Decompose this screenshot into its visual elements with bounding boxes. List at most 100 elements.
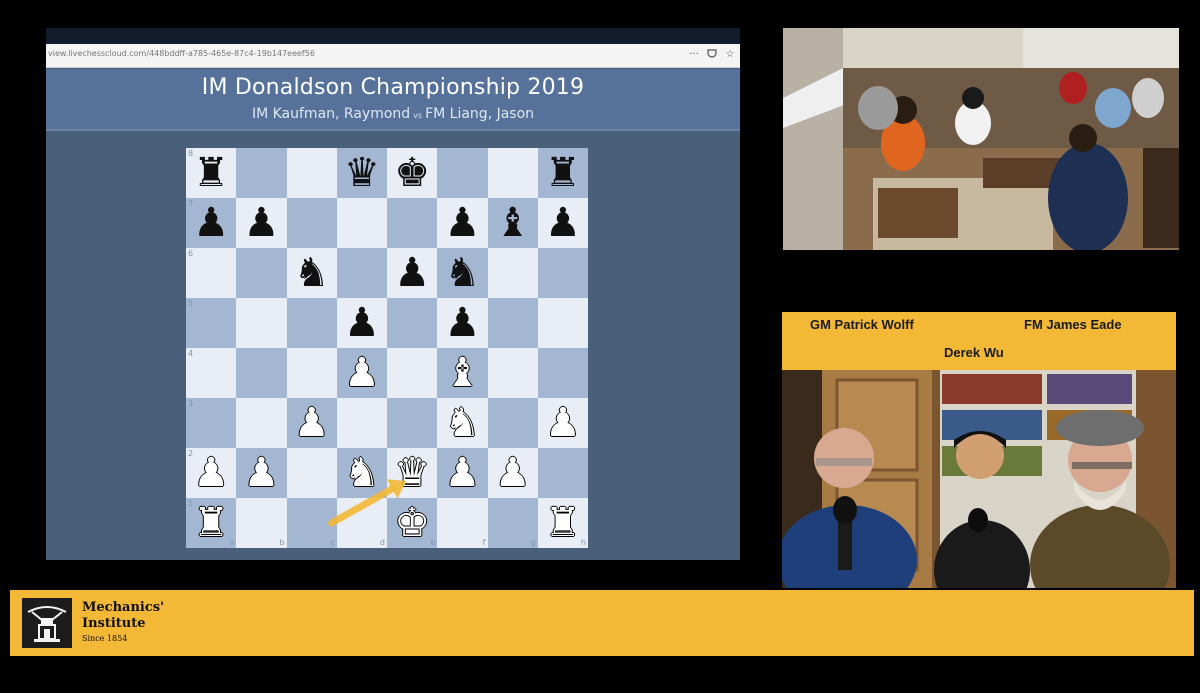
board-square-g6[interactable]: [487, 248, 538, 298]
pocket-icon[interactable]: [706, 48, 718, 63]
address-bar[interactable]: view.livechesscloud.com/448bddff-a785-46…: [46, 44, 740, 68]
white-knight-icon[interactable]: ♞: [437, 398, 487, 448]
board-square-d6[interactable]: [336, 248, 387, 298]
white-bishop-icon[interactable]: ♝: [437, 348, 487, 398]
file-label: b: [279, 538, 285, 547]
board-square-a3[interactable]: 3: [186, 398, 237, 448]
event-header: IM Donaldson Championship 2019 IM Kaufma…: [46, 69, 740, 131]
sponsor-banner: Mechanics' Institute Since 1854: [10, 590, 1194, 656]
board-square-e7[interactable]: [387, 198, 438, 248]
board-square-f8[interactable]: [437, 148, 488, 198]
commentator-center-name: Derek Wu: [944, 345, 1004, 360]
board-square-a4[interactable]: 4: [186, 348, 237, 398]
black-knight-icon[interactable]: ♞: [287, 248, 337, 298]
white-pawn-icon[interactable]: ♟: [186, 448, 236, 498]
org-name: Mechanics' Institute: [82, 600, 165, 631]
board-square-c4[interactable]: [286, 348, 337, 398]
black-player-name: FM Liang, Jason: [425, 106, 535, 122]
board-square-e4[interactable]: [387, 348, 438, 398]
board-square-d7[interactable]: [336, 198, 387, 248]
mechanics-institute-logo-icon: [22, 598, 72, 648]
white-pawn-icon[interactable]: ♟: [337, 348, 387, 398]
black-pawn-icon[interactable]: ♟: [437, 298, 487, 348]
rank-label: 6: [188, 249, 194, 258]
board-square-h5[interactable]: [537, 298, 588, 348]
board-square-b3[interactable]: [236, 398, 287, 448]
board-square-c7[interactable]: [286, 198, 337, 248]
white-queen-icon[interactable]: ♛: [387, 448, 437, 498]
chess-board[interactable]: 8 7 6 5 4 3 2 1 a b c d e f g h ♜ ♛ ♚ ♜ ♟ ♟ ♟ ♝ ♟ ♞ ♟ ♞ ♟ ♟ ♟ ♝ ♟ ♞ ♟ ♟ ♟ ♞ ♛ ♟…: [186, 148, 588, 548]
white-pawn-icon[interactable]: ♟: [437, 448, 487, 498]
commentators-camera: [782, 370, 1176, 588]
commentator-left-name: GM Patrick Wolff: [810, 317, 914, 332]
file-label: d: [379, 538, 385, 547]
black-knight-icon[interactable]: ♞: [437, 248, 487, 298]
players-line: IM Kaufman, Raymond vs FM Liang, Jason: [46, 106, 740, 122]
white-knight-icon[interactable]: ♞: [337, 448, 387, 498]
board-square-g8[interactable]: [487, 148, 538, 198]
black-rook-icon[interactable]: ♜: [186, 148, 236, 198]
board-square-c5[interactable]: [286, 298, 337, 348]
board-square-h2[interactable]: [537, 448, 588, 498]
vs-label: vs: [413, 111, 423, 120]
black-pawn-icon[interactable]: ♟: [186, 198, 236, 248]
black-pawn-icon[interactable]: ♟: [236, 198, 286, 248]
board-square-e5[interactable]: [387, 298, 438, 348]
white-pawn-icon[interactable]: ♟: [287, 398, 337, 448]
browser-titlebar: [46, 28, 740, 44]
black-rook-icon[interactable]: ♜: [538, 148, 588, 198]
black-queen-icon[interactable]: ♛: [337, 148, 387, 198]
board-square-a6[interactable]: 6: [186, 248, 237, 298]
black-pawn-icon[interactable]: ♟: [437, 198, 487, 248]
board-square-g5[interactable]: [487, 298, 538, 348]
board-square-g4[interactable]: [487, 348, 538, 398]
tournament-room-image: [783, 28, 1179, 250]
url-text[interactable]: view.livechesscloud.com/448bddff-a785-46…: [48, 49, 315, 58]
org-founded: Since 1854: [82, 634, 128, 643]
more-icon[interactable]: ···: [688, 48, 700, 63]
black-pawn-icon[interactable]: ♟: [337, 298, 387, 348]
black-pawn-icon[interactable]: ♟: [387, 248, 437, 298]
board-square-b4[interactable]: [236, 348, 287, 398]
commentary-panel: GM Patrick Wolff FM James Eade Derek Wu: [782, 312, 1176, 588]
white-player-name: IM Kaufman, Raymond: [251, 106, 411, 122]
black-pawn-icon[interactable]: ♟: [538, 198, 588, 248]
file-label: c: [330, 538, 335, 547]
rank-label: 4: [188, 349, 194, 358]
board-square-g1[interactable]: g: [487, 498, 538, 548]
board-square-c1[interactable]: c: [286, 498, 337, 548]
tournament-room-camera: [783, 28, 1179, 250]
board-square-h6[interactable]: [537, 248, 588, 298]
board-square-g3[interactable]: [487, 398, 538, 448]
board-square-f1[interactable]: f: [437, 498, 488, 548]
white-pawn-icon[interactable]: ♟: [236, 448, 286, 498]
file-label: f: [482, 538, 486, 547]
black-king-icon[interactable]: ♚: [387, 148, 437, 198]
commentators-image: [782, 370, 1176, 588]
event-title: IM Donaldson Championship 2019: [201, 75, 585, 100]
board-square-c8[interactable]: [286, 148, 337, 198]
bookmark-star-icon[interactable]: ☆: [724, 48, 736, 63]
rank-label: 3: [188, 399, 194, 408]
address-bar-icons: ··· ☆: [688, 48, 736, 63]
white-rook-icon[interactable]: ♜: [186, 498, 236, 548]
white-rook-icon[interactable]: ♜: [538, 498, 588, 548]
file-label: g: [530, 538, 536, 547]
commentator-name-bar: GM Patrick Wolff FM James Eade Derek Wu: [782, 312, 1176, 370]
black-bishop-icon[interactable]: ♝: [488, 198, 538, 248]
browser-capture: view.livechesscloud.com/448bddff-a785-46…: [46, 28, 740, 560]
board-square-d1[interactable]: d: [336, 498, 387, 548]
commentator-right-name: FM James Eade: [1024, 317, 1122, 332]
board-square-b5[interactable]: [236, 298, 287, 348]
board-square-e3[interactable]: [387, 398, 438, 448]
board-square-b1[interactable]: b: [236, 498, 287, 548]
board-square-b8[interactable]: [236, 148, 287, 198]
board-square-h4[interactable]: [537, 348, 588, 398]
white-pawn-icon[interactable]: ♟: [538, 398, 588, 448]
board-square-d3[interactable]: [336, 398, 387, 448]
white-king-icon[interactable]: ♚: [387, 498, 437, 548]
board-square-a5[interactable]: 5: [186, 298, 237, 348]
board-square-b6[interactable]: [236, 248, 287, 298]
white-pawn-icon[interactable]: ♟: [488, 448, 538, 498]
board-square-c2[interactable]: [286, 448, 337, 498]
